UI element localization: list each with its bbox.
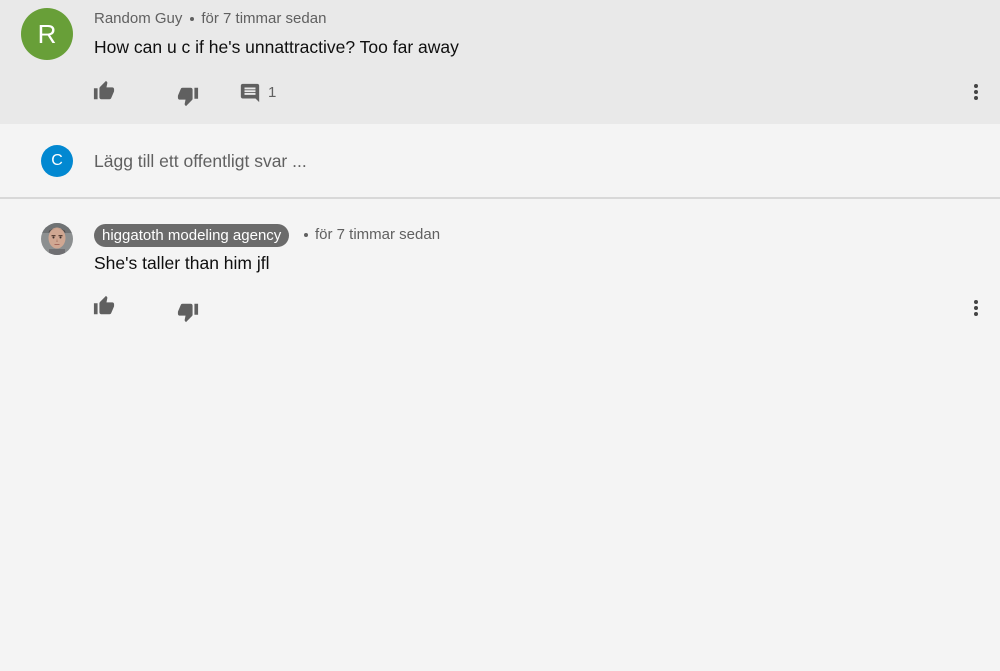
dislike-button[interactable] xyxy=(176,300,200,324)
dislike-button[interactable] xyxy=(176,84,200,108)
thumb-up-icon xyxy=(93,80,115,100)
comment-text: She's taller than him jfl xyxy=(94,253,270,273)
comment-time[interactable]: för 7 timmar sedan xyxy=(315,226,440,243)
more-vertical-icon xyxy=(974,300,978,316)
commenter-avatar[interactable]: R xyxy=(21,8,73,60)
comment-menu-button[interactable] xyxy=(964,296,988,320)
thumb-down-icon xyxy=(177,87,199,107)
comment-meta: för 7 timmar sedan xyxy=(296,226,440,243)
comment-author[interactable]: Random Guy xyxy=(94,10,182,27)
commenter-avatar[interactable] xyxy=(41,223,73,255)
author-badge[interactable]: higgatoth modeling agency xyxy=(94,224,290,247)
comment-icon xyxy=(240,83,260,103)
more-vertical-icon xyxy=(974,84,978,100)
thumb-down-icon xyxy=(177,303,199,323)
comment-menu-button[interactable] xyxy=(964,80,988,104)
thumb-up-icon xyxy=(93,295,115,315)
replies-button[interactable] xyxy=(238,81,262,105)
comment-meta: Random Guy för 7 timmar sedan xyxy=(94,10,326,27)
reply-count[interactable]: 1 xyxy=(268,84,276,101)
avatar-letter: C xyxy=(51,152,63,169)
like-button[interactable] xyxy=(92,294,116,318)
separator-dot xyxy=(190,16,195,21)
avatar-letter: R xyxy=(37,18,57,49)
separator-dot xyxy=(304,232,308,237)
user-avatar: C xyxy=(41,145,73,177)
divider xyxy=(0,197,1000,199)
comment-text: How can u c if he's unnattractive? Too f… xyxy=(94,37,459,57)
like-button[interactable] xyxy=(92,79,116,103)
profile-photo xyxy=(41,223,73,255)
reply-input[interactable]: Lägg till ett offentligt svar ... xyxy=(94,149,954,173)
comment-time[interactable]: för 7 timmar sedan xyxy=(201,10,326,27)
